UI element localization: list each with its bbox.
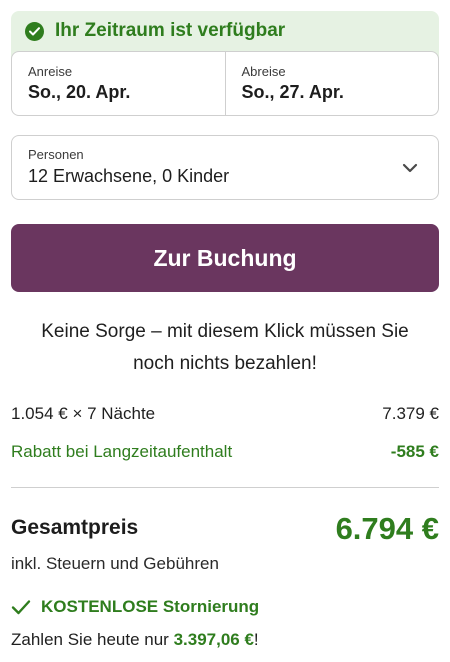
- total-amount: 6.794 €: [335, 511, 439, 546]
- arrival-value: So., 20. Apr.: [28, 82, 131, 102]
- pay-today-text: Zahlen Sie heute nur 3.397,06 €!: [11, 630, 259, 650]
- pay-today-amount: 3.397,06 €: [173, 630, 254, 649]
- pay-today-prefix: Zahlen Sie heute nur: [11, 630, 174, 649]
- persons-select[interactable]: Personen 12 Erwachsene, 0 Kinder: [11, 135, 439, 200]
- arrival-date-field[interactable]: Anreise So., 20. Apr.: [12, 52, 225, 115]
- departure-date-field[interactable]: Abreise So., 27. Apr.: [224, 52, 439, 115]
- check-circle-icon: [25, 21, 44, 41]
- reassurance-text: Keine Sorge – mit diesem Klick müssen Si…: [0, 316, 450, 380]
- discount-row: Rabatt bei Langzeitaufenthalt -585 €: [11, 442, 439, 462]
- pay-today-suffix: !: [253, 630, 259, 649]
- arrival-label: Anreise: [28, 64, 73, 79]
- tax-note: inkl. Steuern und Gebühren: [11, 554, 219, 573]
- total-label: Gesamtpreis: [11, 516, 139, 539]
- persons-label: Personen: [28, 147, 84, 162]
- persons-value: 12 Erwachsene, 0 Kinder: [28, 166, 230, 186]
- date-range-picker[interactable]: Anreise So., 20. Apr. Abreise So., 27. A…: [11, 51, 439, 116]
- availability-message: Ihr Zeitraum ist verfügbar: [55, 20, 286, 41]
- departure-label: Abreise: [241, 64, 286, 79]
- departure-value: So., 27. Apr.: [241, 82, 344, 102]
- reassurance-line-1: Keine Sorge – mit diesem Klick müssen Si…: [41, 321, 409, 342]
- discount-amount: -585 €: [390, 442, 439, 461]
- checkmark-icon: [11, 600, 31, 615]
- chevron-down-icon[interactable]: [402, 160, 418, 178]
- book-button[interactable]: Zur Buchung: [11, 224, 439, 292]
- nights-price-row: 1.054 € × 7 Nächte 7.379 €: [11, 404, 439, 424]
- availability-header: Ihr Zeitraum ist verfügbar: [11, 11, 439, 51]
- nights-label: 1.054 € × 7 Nächte: [11, 404, 156, 423]
- free-cancellation: KOSTENLOSE Stornierung: [11, 597, 259, 617]
- reassurance-line-2: noch nichts bezahlen!: [133, 353, 317, 374]
- nights-amount: 7.379 €: [382, 404, 439, 423]
- discount-label[interactable]: Rabatt bei Langzeitaufenthalt: [11, 442, 232, 462]
- price-divider: [11, 487, 439, 488]
- cancellation-label: KOSTENLOSE Stornierung: [41, 597, 260, 616]
